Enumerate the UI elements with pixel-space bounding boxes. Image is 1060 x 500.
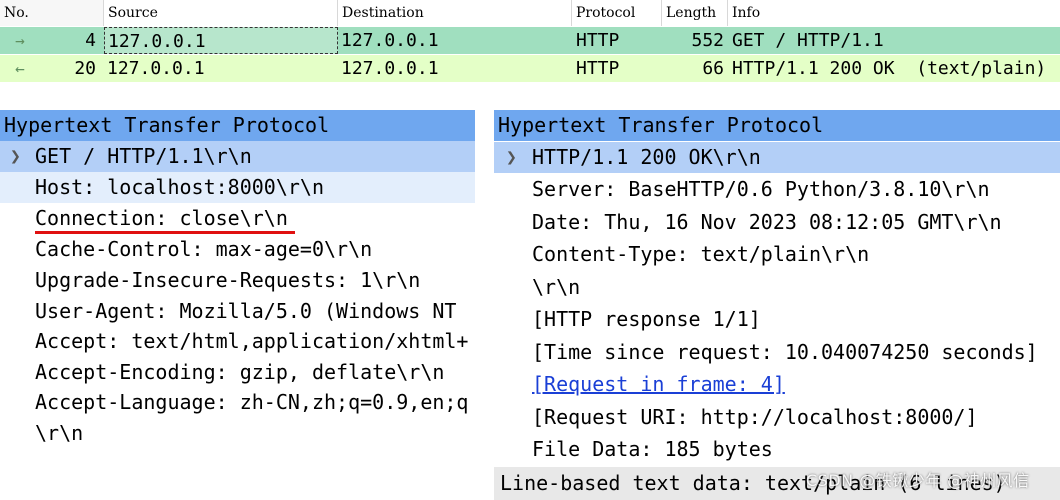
column-protocol[interactable]: Protocol bbox=[572, 0, 662, 26]
header-host: Host: localhost:8000\r\n bbox=[35, 175, 324, 199]
file-data-size: File Data: 185 bytes bbox=[532, 437, 773, 461]
header-field[interactable]: Accept-Language: zh-CN,zh;q=0.9,en;q bbox=[0, 387, 475, 418]
request-uri: [Request URI: http://localhost:8000/] bbox=[532, 405, 978, 429]
header-field[interactable]: Connection: close\r\n bbox=[0, 203, 475, 234]
watermark: CSDN @铁锹少年 @神州风信 bbox=[806, 471, 1030, 490]
packet-length: 552 bbox=[691, 30, 724, 51]
info-field[interactable]: File Data: 185 bytes bbox=[494, 434, 1060, 465]
header-field[interactable]: Content-Type: text/plain\r\n bbox=[494, 239, 1060, 270]
header-connection: Connection: close\r\n bbox=[35, 206, 288, 230]
header-terminator: \r\n bbox=[532, 275, 581, 299]
request-detail-pane: Hypertext Transfer Protocol ❯ GET / HTTP… bbox=[0, 110, 475, 500]
request-frame-link-row[interactable]: [Request in frame: 4] bbox=[494, 369, 1060, 400]
arrow-left-icon: ← bbox=[15, 59, 25, 78]
header-accept-language: Accept-Language: zh-CN,zh;q=0.9,en;q bbox=[35, 390, 469, 414]
chevron-right-icon[interactable]: ❯ bbox=[506, 142, 517, 173]
header-server: Server: BaseHTTP/0.6 Python/3.8.10\r\n bbox=[532, 177, 990, 201]
chevron-right-icon[interactable]: ❯ bbox=[10, 141, 21, 172]
info-field[interactable]: [Request URI: http://localhost:8000/] bbox=[494, 402, 1060, 433]
header-user-agent: User-Agent: Mozilla/5.0 (Windows NT bbox=[35, 299, 457, 323]
header-field[interactable]: \r\n bbox=[0, 418, 475, 449]
header-content-type: Content-Type: text/plain\r\n bbox=[532, 242, 870, 266]
info-field[interactable]: [Time since request: 10.040074250 second… bbox=[494, 337, 1060, 368]
info-field[interactable]: [HTTP response 1/1] bbox=[494, 304, 1060, 335]
status-line-node[interactable]: ❯ HTTP/1.1 200 OK\r\n bbox=[494, 142, 1060, 173]
packet-no: 20 bbox=[74, 58, 96, 79]
protocol-title: Hypertext Transfer Protocol bbox=[4, 113, 330, 137]
request-line: GET / HTTP/1.1\r\n bbox=[35, 144, 252, 168]
packet-protocol: HTTP bbox=[576, 30, 620, 51]
header-field[interactable]: Accept: text/html,application/xhtml+ bbox=[0, 326, 475, 357]
column-length[interactable]: Length bbox=[662, 0, 728, 26]
http-response-index: [HTTP response 1/1] bbox=[532, 307, 761, 331]
packet-list: No. Source Destination Protocol Length I… bbox=[0, 0, 1060, 84]
packet-length: 66 bbox=[702, 58, 724, 79]
packet-list-header: No. Source Destination Protocol Length I… bbox=[0, 0, 1060, 26]
protocol-title: Hypertext Transfer Protocol bbox=[498, 113, 824, 137]
header-upgrade-insecure: Upgrade-Insecure-Requests: 1\r\n bbox=[35, 268, 421, 292]
header-accept: Accept: text/html,application/xhtml+ bbox=[35, 329, 469, 353]
header-field[interactable]: Accept-Encoding: gzip, deflate\r\n bbox=[0, 357, 475, 388]
time-since-request: [Time since request: 10.040074250 second… bbox=[532, 340, 1038, 364]
packet-destination: 127.0.0.1 bbox=[341, 58, 439, 79]
header-cache-control: Cache-Control: max-age=0\r\n bbox=[35, 237, 373, 261]
packet-info: HTTP/1.1 200 OK (text/plain) bbox=[732, 58, 1047, 79]
request-frame-link[interactable]: [Request in frame: 4] bbox=[532, 369, 785, 400]
response-detail-pane: Hypertext Transfer Protocol ❯ HTTP/1.1 2… bbox=[494, 110, 1060, 500]
packet-destination: 127.0.0.1 bbox=[341, 30, 439, 51]
header-terminator: \r\n bbox=[35, 421, 84, 445]
header-date: Date: Thu, 16 Nov 2023 08:12:05 GMT\r\n bbox=[532, 210, 1002, 234]
protocol-header[interactable]: Hypertext Transfer Protocol bbox=[494, 110, 1060, 141]
packet-source: 127.0.0.1 bbox=[104, 27, 338, 54]
packet-no: 4 bbox=[85, 30, 96, 51]
column-info[interactable]: Info bbox=[728, 0, 1060, 26]
header-accept-encoding: Accept-Encoding: gzip, deflate\r\n bbox=[35, 360, 445, 384]
header-field[interactable]: Date: Thu, 16 Nov 2023 08:12:05 GMT\r\n bbox=[494, 207, 1060, 238]
packet-protocol: HTTP bbox=[576, 58, 620, 79]
packet-source: 127.0.0.1 bbox=[107, 58, 205, 79]
column-no[interactable]: No. bbox=[0, 0, 104, 26]
header-field[interactable]: Server: BaseHTTP/0.6 Python/3.8.10\r\n bbox=[494, 174, 1060, 205]
header-field[interactable]: Cache-Control: max-age=0\r\n bbox=[0, 234, 475, 265]
protocol-header[interactable]: Hypertext Transfer Protocol bbox=[0, 110, 475, 141]
packet-info: GET / HTTP/1.1 bbox=[732, 30, 884, 51]
header-field[interactable]: Host: localhost:8000\r\n bbox=[0, 172, 475, 203]
header-field[interactable]: Upgrade-Insecure-Requests: 1\r\n bbox=[0, 265, 475, 296]
arrow-right-icon: → bbox=[15, 31, 25, 50]
column-destination[interactable]: Destination bbox=[338, 0, 572, 26]
packet-row-response[interactable]: ← 20 127.0.0.1 127.0.0.1 HTTP 66 HTTP/1.… bbox=[0, 55, 1060, 82]
request-line-node[interactable]: ❯ GET / HTTP/1.1\r\n bbox=[0, 141, 475, 172]
packet-row-request[interactable]: → 4 127.0.0.1 127.0.0.1 HTTP 552 GET / H… bbox=[0, 27, 1060, 54]
header-field[interactable]: \r\n bbox=[494, 272, 1060, 303]
header-field[interactable]: User-Agent: Mozilla/5.0 (Windows NT bbox=[0, 296, 475, 327]
column-source[interactable]: Source bbox=[104, 0, 338, 26]
status-line: HTTP/1.1 200 OK\r\n bbox=[532, 145, 761, 169]
